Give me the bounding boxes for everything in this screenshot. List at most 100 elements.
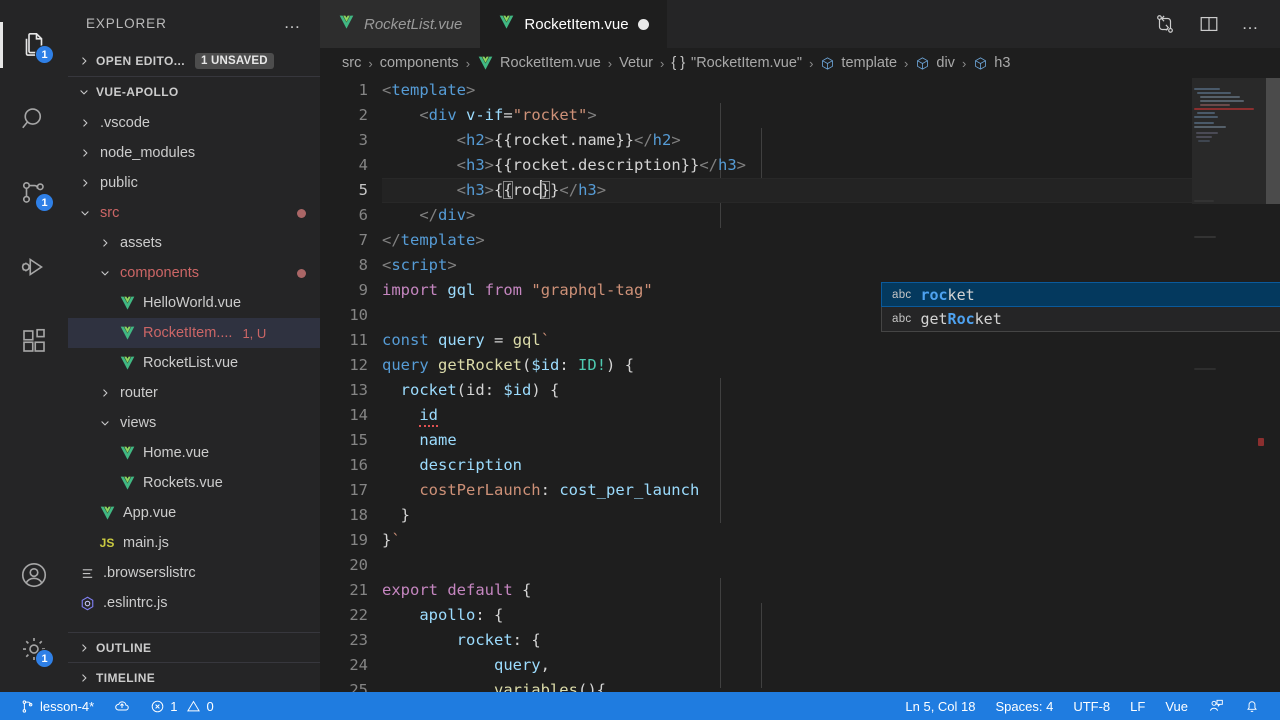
activity-item-source-control[interactable]: 1 (0, 156, 68, 230)
breadcrumb-item[interactable]: src (342, 55, 361, 71)
code-line[interactable]: rocket(id: $id) { (382, 378, 1280, 403)
tree-file-row[interactable]: Rockets.vue (68, 468, 320, 498)
tree-folder-row[interactable]: node_modules (68, 138, 320, 168)
sidebar-section-open-editors[interactable]: OPEN EDITO... 1 UNSAVED (68, 46, 320, 76)
breadcrumb-item[interactable]: h3 (973, 55, 1010, 71)
status-language-mode[interactable]: Vue (1155, 692, 1198, 720)
breadcrumb: src › components › RocketItem.vue › Vetur › { } "… (320, 48, 1280, 78)
suggest-item-rocket[interactable]: abc rocket (881, 282, 1280, 307)
line-number: 6 (358, 206, 368, 224)
tree-folder-row[interactable]: router (68, 378, 320, 408)
open-changes-icon[interactable] (1154, 13, 1176, 35)
code-line[interactable]: <script> (382, 253, 1280, 278)
config-icon (82, 568, 92, 578)
code-editor[interactable]: 1 2 3 4 5 6 7 8 9 10 11 12 13 14 15 16 17 18 19 20 21 22 23 24 2… (320, 78, 1280, 692)
scrollbar-thumb[interactable] (1266, 78, 1280, 204)
code-line[interactable]: </template> (382, 228, 1280, 253)
tab-rocketitem-vue[interactable]: RocketItem.vue (480, 0, 667, 48)
sidebar-section-timeline[interactable]: TIMELINE (68, 662, 320, 692)
status-cursor-position[interactable]: Ln 5, Col 18 (895, 692, 985, 720)
code-line[interactable]: apollo: { (382, 603, 1280, 628)
tab-rocketlist-vue[interactable]: RocketList.vue (320, 0, 481, 48)
breadcrumb-separator: › (904, 55, 909, 71)
extensions-icon (23, 328, 45, 352)
status-problems[interactable]: 1 0 (140, 692, 223, 720)
code-line[interactable]: variables(){ (382, 678, 1280, 692)
tree-file-row[interactable]: RocketItem.... 1, U (68, 318, 320, 348)
code-line[interactable]: rocket: { (382, 628, 1280, 653)
tree-file-row[interactable]: .browserslistrc (68, 558, 320, 588)
code-line[interactable]: <template> (382, 78, 1280, 103)
code-line[interactable]: query getRocket($id: ID!) { (382, 353, 1280, 378)
tree-file-row[interactable]: App.vue (68, 498, 320, 528)
code-line[interactable]: export default { (382, 578, 1280, 603)
code-line[interactable]: name (382, 428, 1280, 453)
tree-folder-row[interactable]: assets (68, 228, 320, 258)
sidebar-section-outline[interactable]: OUTLINE (68, 632, 320, 662)
tree-item-label: router (120, 385, 158, 401)
breadcrumb-item[interactable]: components (380, 55, 459, 71)
code-line[interactable]: <div v-if="rocket"> (382, 103, 1280, 128)
breadcrumb-item[interactable]: template (820, 55, 897, 71)
vue-icon (120, 446, 134, 460)
activity-item-manage[interactable]: 1 (0, 612, 68, 686)
code-content[interactable]: <template> <div v-if="rocket"> <h2>{{roc… (382, 78, 1280, 692)
line-number: 10 (349, 306, 368, 324)
line-number: 21 (349, 581, 368, 599)
tree-folder-row[interactable]: components (68, 258, 320, 288)
code-line[interactable]: query, (382, 653, 1280, 678)
tree-folder-row[interactable]: views (68, 408, 320, 438)
chevron-down-icon (101, 271, 109, 276)
activity-item-accounts[interactable] (0, 538, 68, 612)
code-line[interactable]: } (382, 503, 1280, 528)
status-encoding[interactable]: UTF-8 (1063, 692, 1120, 720)
tab-dirty-indicator[interactable] (637, 18, 649, 30)
status-indentation[interactable]: Spaces: 4 (986, 692, 1064, 720)
code-line[interactable]: <h2>{{rocket.name}}</h2> (382, 128, 1280, 153)
tree-folder-row[interactable]: public (68, 168, 320, 198)
code-line[interactable]: costPerLaunch: cost_per_launch (382, 478, 1280, 503)
tree-file-row[interactable]: RocketList.vue (68, 348, 320, 378)
activity-item-extensions[interactable] (0, 304, 68, 378)
error-icon (151, 700, 164, 712)
suggest-item-getrocket[interactable]: abc getRocket (882, 306, 1280, 331)
status-feedback[interactable] (1198, 692, 1234, 720)
activity-item-search[interactable] (0, 82, 68, 156)
status-sync[interactable] (104, 692, 140, 720)
code-line[interactable]: </div> (382, 203, 1280, 228)
sidebar-more-actions-icon[interactable]: … (284, 14, 303, 31)
breadcrumb-item[interactable]: { } "RocketItem.vue" (671, 55, 802, 71)
status-notifications[interactable] (1234, 692, 1270, 720)
more-actions-icon[interactable]: … (1242, 15, 1261, 32)
status-branch[interactable]: lesson-4* (10, 692, 104, 720)
code-line[interactable]: <h3>{{roc}}</h3> (382, 178, 1280, 203)
breadcrumb-item[interactable]: RocketItem.vue (477, 55, 601, 71)
activity-item-run-and-debug[interactable] (0, 230, 68, 304)
status-bar: lesson-4* 1 0 Ln 5, Col 18 Spaces: 4 UTF… (0, 692, 1280, 720)
tree-file-row[interactable]: HelloWorld.vue (68, 288, 320, 318)
tree-file-row[interactable]: JS main.js (68, 528, 320, 558)
sidebar-section-workspace[interactable]: VUE-APOLLO (68, 76, 320, 106)
status-eol[interactable]: LF (1120, 692, 1155, 720)
tab-label: RocketList.vue (364, 15, 463, 33)
code-line[interactable]: }` (382, 528, 1280, 553)
split-editor-icon[interactable] (1198, 13, 1220, 35)
code-line[interactable]: description (382, 453, 1280, 478)
source-control-badge: 1 (35, 193, 54, 212)
tree-file-row[interactable]: .eslintrc.js (68, 588, 320, 618)
autocomplete-popup[interactable]: abc rocket abc getRocket (881, 282, 1280, 332)
breadcrumb-label: src (342, 55, 362, 71)
code-line[interactable] (382, 553, 1280, 578)
tree-folder-row[interactable]: src (68, 198, 320, 228)
breadcrumb-item[interactable]: div (915, 55, 955, 71)
tree-file-row[interactable]: Home.vue (68, 438, 320, 468)
breadcrumb-item[interactable]: Vetur (619, 55, 653, 71)
tree-item-label: .browserslistrc (103, 565, 196, 581)
activity-item-explorer[interactable]: 1 (0, 8, 68, 82)
sidebar: EXPLORER … OPEN EDITO... 1 UNSAVED VUE-A… (68, 0, 320, 692)
code-line[interactable]: <h3>{{rocket.description}}</h3> (382, 153, 1280, 178)
activity-bar: 1 1 1 (0, 0, 68, 692)
code-line[interactable]: id (382, 403, 1280, 428)
tree-folder-row[interactable]: .vscode (68, 108, 320, 138)
editor-scrollbar[interactable] (1266, 78, 1280, 692)
